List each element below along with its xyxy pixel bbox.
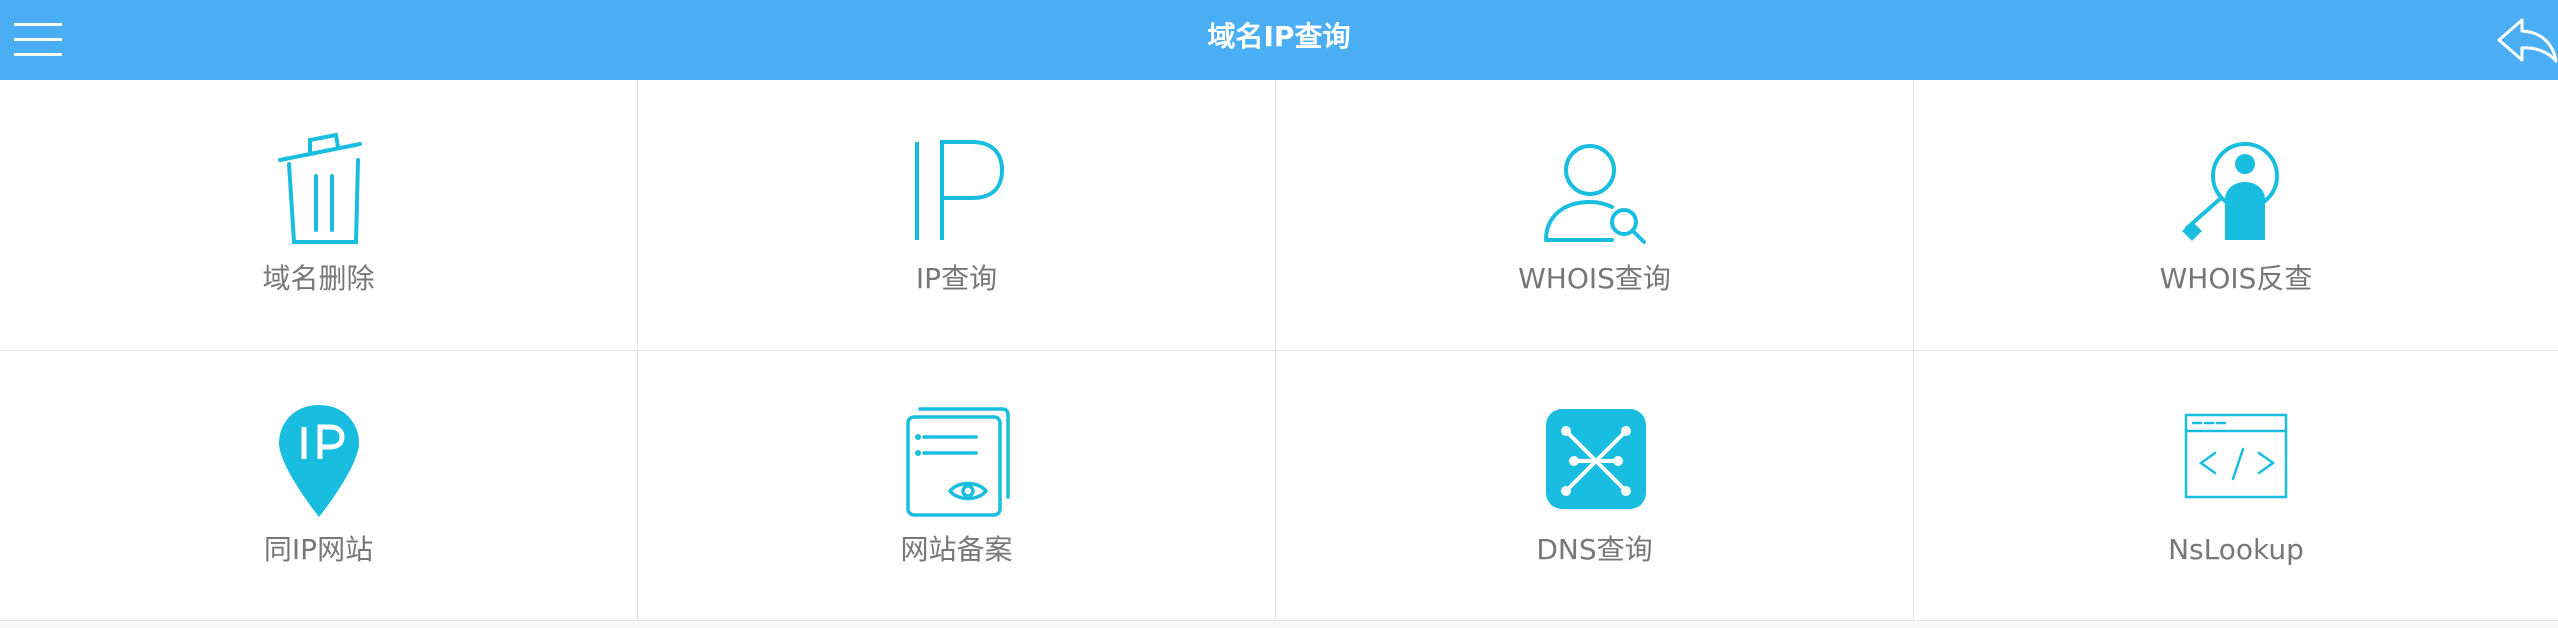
back-button[interactable] [2496,14,2558,66]
reverse-user-search-icon [2181,130,2291,250]
tile-domain-delete[interactable]: 域名删除 [0,80,638,351]
tile-ip-lookup[interactable]: IP查询 [638,80,1276,351]
document-eye-icon [902,401,1012,521]
tile-nslookup[interactable]: NsLookup [1914,351,2558,621]
tile-label: WHOIS查询 [1518,262,1671,295]
tile-whois-reverse[interactable]: WHOIS反查 [1914,80,2558,351]
tile-label: NsLookup [2168,533,2304,566]
tile-same-ip-sites[interactable]: 同IP网站 [0,351,638,621]
tile-label: DNS查询 [1536,533,1653,566]
tool-grid: 域名删除 IP查询 WHOIS查询 WHOIS反查 同IP网站 网站备案 DNS… [0,80,2558,621]
tile-label: 同IP网站 [263,533,374,566]
tile-site-icp[interactable]: 网站备案 [638,351,1276,621]
back-arrow-icon [2497,18,2558,63]
tile-whois-lookup[interactable]: WHOIS查询 [1276,80,1914,351]
tile-label: WHOIS反查 [2159,262,2313,295]
bottom-divider [0,621,2558,628]
ip-text-icon [902,130,1012,250]
trash-icon [264,130,374,250]
tile-label: IP查询 [915,262,998,295]
tile-label: 域名删除 [262,262,375,295]
ip-location-pin-icon [264,401,374,521]
user-search-icon [1540,130,1650,250]
top-app-bar: 域名IP查询 [0,0,2558,80]
network-dns-icon [1540,401,1650,521]
code-window-icon [2181,401,2291,521]
page-title: 域名IP查询 [1207,20,1351,53]
tile-label: 网站备案 [900,533,1013,566]
tile-dns-lookup[interactable]: DNS查询 [1276,351,1914,621]
